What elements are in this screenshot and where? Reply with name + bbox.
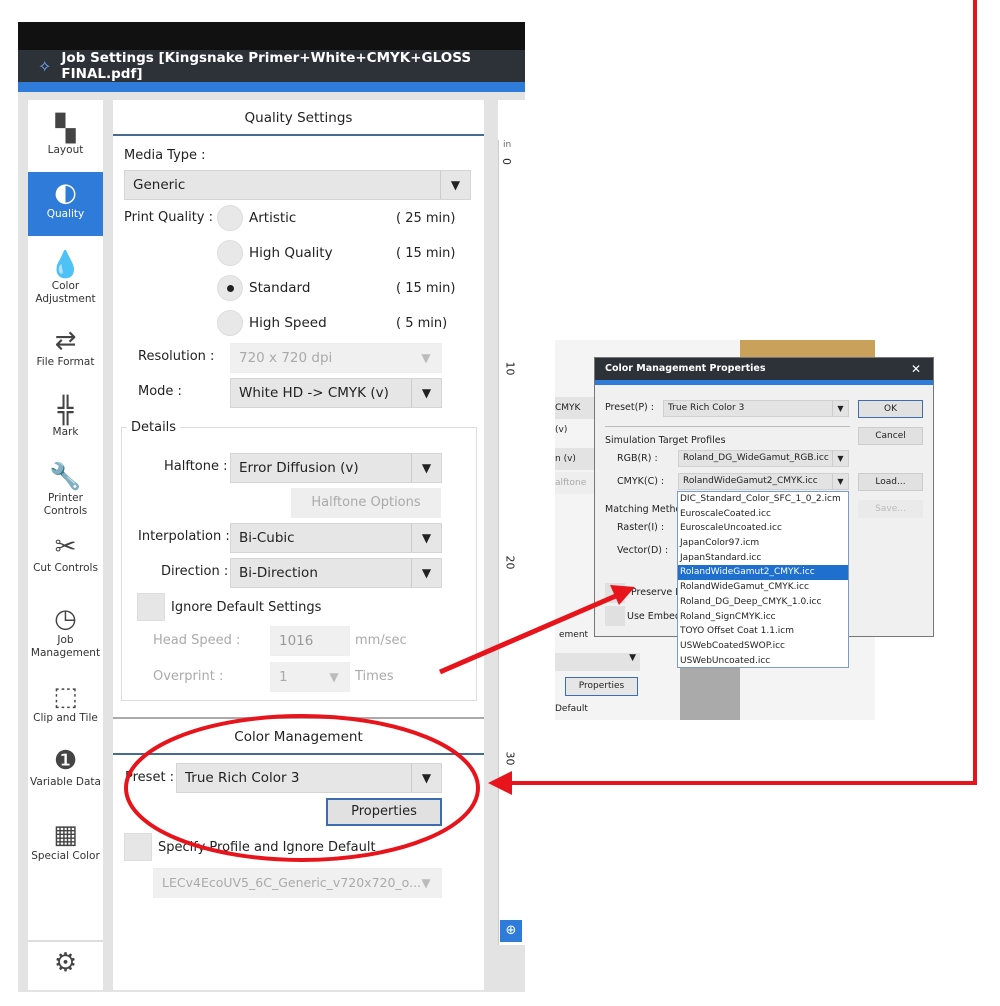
highlight-ellipse	[124, 714, 480, 862]
pointer-arrow	[439, 592, 619, 675]
annotation-overlay	[124, 0, 977, 862]
connector-line	[505, 0, 977, 785]
arrowhead-left	[488, 771, 512, 795]
